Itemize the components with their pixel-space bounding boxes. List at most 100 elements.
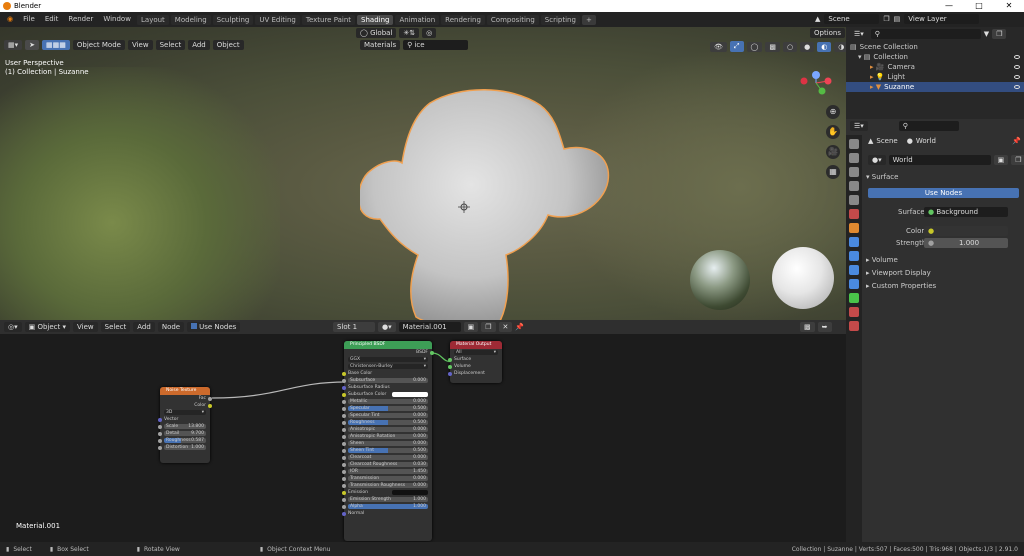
eye-icon[interactable]	[1014, 85, 1020, 89]
bsdf-value-field[interactable]: Roughness 0.500	[348, 420, 428, 425]
viewport-menu-object[interactable]: Object	[212, 40, 244, 50]
color-field[interactable]: ●	[924, 226, 1008, 236]
bsdf-input-row[interactable]: Transmission Roughness 0.000	[342, 482, 432, 489]
roughness-field[interactable]: Roughness 0.587	[164, 438, 206, 443]
shading-wireframe-icon[interactable]: ○	[782, 41, 798, 52]
viewport-menu-select[interactable]: Select	[155, 40, 186, 50]
bsdf-input-row[interactable]: Specular 0.500	[342, 405, 432, 412]
bsdf-input-row[interactable]: Normal	[342, 510, 432, 517]
world-fake-user-icon[interactable]: ▣	[993, 155, 1009, 165]
subsurface-method-dropdown[interactable]: Christensen-Burley ▾	[348, 364, 428, 369]
zoom-icon[interactable]: ⊕	[826, 105, 840, 119]
outliner-scene-collection[interactable]: ▤ Scene Collection	[846, 42, 1024, 52]
object-mode-dropdown[interactable]: Object Mode	[72, 40, 125, 50]
material-tab-icon[interactable]	[849, 307, 859, 317]
outliner-item-camera[interactable]: ▸ 🎥 Camera	[846, 62, 1024, 72]
tab-shading[interactable]: Shading	[357, 14, 394, 25]
camera-view-icon[interactable]: 🎥	[826, 145, 840, 159]
pin-icon[interactable]: 📌	[1012, 137, 1021, 145]
materials-dropdown[interactable]: Materials	[360, 40, 401, 50]
tab-rendering[interactable]: Rendering	[441, 14, 485, 25]
navigation-gizmo[interactable]	[796, 67, 836, 103]
tab-animation[interactable]: Animation	[395, 14, 440, 25]
tab-sculpting[interactable]: Sculpting	[212, 14, 254, 25]
bsdf-input-row[interactable]: Emission	[342, 489, 432, 496]
bsdf-input-row[interactable]: Subsurface 0.000	[342, 377, 432, 384]
bsdf-input-row[interactable]: Sheen 0.000	[342, 440, 432, 447]
menu-edit[interactable]: Edit	[40, 12, 64, 27]
3d-viewport[interactable]: ▦▾ ➤ ▦▦▦ Object Mode View Select Add Obj…	[0, 27, 846, 320]
bsdf-input-row[interactable]: Transmission 0.000	[342, 475, 432, 482]
principled-bsdf-node[interactable]: Principled BSDF BSDF GGX ▾ Christensen-Bu…	[342, 341, 434, 541]
select-mode-icon[interactable]: ▦▦▦	[42, 40, 70, 50]
outliner[interactable]: ☰▾ ⚲ ▼ ❐ ▤ Scene Collection ▾ ▤ Collection…	[846, 27, 1024, 119]
gizmo-toggle-icon[interactable]: ⤢	[729, 41, 744, 52]
ortho-grid-icon[interactable]: ▦	[826, 165, 840, 179]
shader-node-editor[interactable]: ◎▾ ▣ Object ▾ View Select Add Node Use N…	[0, 320, 846, 542]
tab-uv-editing[interactable]: UV Editing	[255, 14, 300, 25]
object-tab-icon[interactable]	[849, 223, 859, 233]
bsdf-value-field[interactable]: Metallic 0.000	[348, 399, 428, 404]
strength-field[interactable]: ● 1.000	[924, 238, 1008, 248]
viewport-display-panel-header[interactable]: ▸ Viewport Display	[846, 267, 1024, 279]
bsdf-input-row[interactable]: Subsurface Radius	[342, 384, 432, 391]
detail-field[interactable]: Detail 9.700	[164, 431, 206, 436]
view-layer-selector[interactable]: View Layer	[904, 14, 980, 24]
bsdf-input-row[interactable]: Specular Tint 0.000	[342, 412, 432, 419]
scale-field[interactable]: Scale 13.800	[164, 424, 206, 429]
properties-search-input[interactable]: ⚲	[898, 121, 959, 131]
menu-window[interactable]: Window	[98, 12, 136, 27]
bsdf-value-field[interactable]: Clearcoat Roughness 0.030	[348, 462, 428, 467]
tab-layout[interactable]: Layout	[137, 14, 169, 25]
bsdf-value-field[interactable]: Clearcoat 0.000	[348, 455, 428, 460]
eye-icon[interactable]	[1014, 75, 1020, 79]
texture-tab-icon[interactable]	[849, 321, 859, 331]
eye-icon[interactable]	[1014, 65, 1020, 69]
bsdf-input-row[interactable]: Metallic 0.000	[342, 398, 432, 405]
color-swatch[interactable]	[392, 392, 428, 397]
shading-material-icon[interactable]: ◐	[817, 41, 832, 52]
bsdf-input-row[interactable]: Sheen Tint 0.500	[342, 447, 432, 454]
outliner-item-collection[interactable]: ▾ ▤ Collection	[846, 52, 1024, 62]
tool-tab-icon[interactable]	[849, 139, 859, 149]
outliner-type-icon[interactable]: ☰▾	[850, 29, 868, 39]
volume-panel-header[interactable]: ▸ Volume	[846, 254, 1024, 266]
distribution-dropdown[interactable]: GGX ▾	[348, 357, 428, 362]
bsdf-value-field[interactable]: Anisotropic 0.000	[348, 427, 428, 432]
new-collection-icon[interactable]: ❐	[992, 29, 1007, 39]
use-nodes-button[interactable]: Use Nodes	[868, 188, 1019, 198]
noise-texture-node[interactable]: Noise Texture Fac Color 3D ▾ Vector Scale…	[158, 387, 212, 463]
bsdf-input-row[interactable]: Clearcoat 0.000	[342, 454, 432, 461]
viewport-menu-view[interactable]: View	[127, 40, 153, 50]
editor-type-icon[interactable]: ▦▾	[4, 40, 23, 50]
shading-solid-icon[interactable]: ●	[800, 41, 815, 52]
overlay-toggle-icon[interactable]: ◯	[746, 41, 763, 52]
modifier-tab-icon[interactable]	[849, 237, 859, 247]
bsdf-value-field[interactable]: Sheen Tint 0.500	[348, 448, 428, 453]
shading-rendered-icon[interactable]: ◑	[834, 41, 846, 52]
bsdf-input-row[interactable]: Anisotropic Rotation 0.000	[342, 433, 432, 440]
material-output-node[interactable]: Material Output All ▾ Surface Volume Disp…	[448, 341, 502, 383]
menu-render[interactable]: Render	[63, 12, 98, 27]
surface-panel-header[interactable]: ▾ Surface	[846, 171, 1024, 183]
menu-file[interactable]: File	[18, 12, 40, 27]
properties-type-icon[interactable]: ☰▾	[850, 121, 868, 131]
bsdf-value-field[interactable]: Specular 0.500	[348, 406, 428, 411]
bsdf-value-field[interactable]: Subsurface 0.000	[348, 378, 428, 383]
dimension-dropdown[interactable]: 3D ▾	[164, 410, 206, 415]
filter-icon[interactable]: ▼	[984, 30, 989, 38]
eye-icon[interactable]	[1014, 55, 1020, 59]
world-browse-icon[interactable]: ●▾	[868, 155, 886, 165]
pan-hand-icon[interactable]: ✋	[826, 125, 840, 139]
blender-menu-icon[interactable]: ◉	[2, 12, 18, 27]
world-name-field[interactable]: World	[888, 155, 991, 165]
bsdf-value-field[interactable]: Emission Strength 1.000	[348, 497, 428, 502]
world-tab-icon[interactable]	[849, 209, 859, 219]
tab-texture-paint[interactable]: Texture Paint	[301, 14, 356, 25]
bsdf-value-field[interactable]: Specular Tint 0.000	[348, 413, 428, 418]
minimize-button[interactable]: —	[934, 0, 964, 12]
bsdf-value-field[interactable]: Transmission 0.000	[348, 476, 428, 481]
proportional-edit-icon[interactable]: ◎	[422, 28, 437, 38]
bsdf-value-field[interactable]: Transmission Roughness 0.000	[348, 483, 428, 488]
properties-editor[interactable]: ☰▾ ⚲ ▲ Scene ● World 📌 ●▾ World ▣ ❐ ✕ ▾ …	[846, 119, 1024, 542]
